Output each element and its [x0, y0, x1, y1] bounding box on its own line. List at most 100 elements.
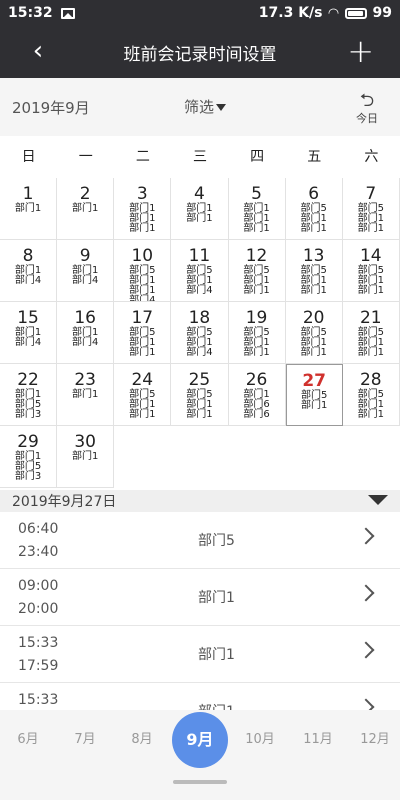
day-dept-label: 部门4 — [14, 275, 42, 286]
month-tab[interactable]: 12月 — [350, 730, 400, 750]
record-dept: 部门1 — [198, 590, 235, 606]
calendar-day-cell[interactable]: 9 部门1 部门4 — [57, 240, 115, 302]
day-number: 6 — [308, 184, 320, 204]
calendar-day-cell[interactable]: 5 部门1 部门1 部门1 — [228, 178, 286, 240]
day-number: 14 — [359, 246, 382, 266]
day-dept-label: 部门3 — [14, 409, 42, 420]
battery-level: 99 — [372, 5, 392, 21]
record-row[interactable]: 15:33 部门1 — [0, 683, 400, 710]
day-dept-label: 部门4 — [72, 275, 99, 286]
record-end: 23:40 — [18, 544, 59, 560]
calendar-day-cell[interactable]: 21 部门5 部门1 部门1 — [342, 302, 400, 364]
record-list: 06:40 23:40 部门5 09:00 20:00 部门1 15:33 17… — [0, 512, 400, 710]
day-number: 24 — [131, 370, 154, 390]
day-dept-label: 部门1 — [14, 203, 42, 214]
calendar-day-cell[interactable]: 24 部门5 部门1 部门1 — [114, 364, 172, 426]
day-number: 17 — [131, 308, 154, 328]
day-dept-label: 部门1 — [300, 223, 327, 234]
month-tab[interactable]: 9月 — [172, 712, 228, 768]
day-number: 1 — [22, 184, 34, 204]
day-number: 15 — [17, 308, 39, 328]
record-start: 15:33 — [18, 692, 59, 708]
day-dept-label: 部门1 — [186, 409, 213, 420]
calendar-day-cell[interactable]: 30 部门1 — [57, 426, 115, 488]
record-start: 09:00 — [18, 578, 59, 594]
network-speed: 17.3 K/s — [258, 5, 323, 21]
filter-dropdown[interactable]: 筛选 — [184, 96, 227, 117]
month-tab[interactable]: 11月 — [293, 730, 343, 750]
calendar-day-cell[interactable]: 25 部门5 部门1 部门1 — [171, 364, 229, 426]
record-dept: 部门5 — [198, 533, 235, 549]
calendar-day-cell[interactable]: 13 部门5 部门1 部门1 — [285, 240, 343, 302]
calendar-day-cell[interactable]: 18 部门5 部门1 部门4 — [171, 302, 229, 364]
weekday-label: 二 — [135, 149, 150, 165]
month-tab[interactable]: 8月 — [117, 730, 167, 750]
status-bar: 15:32 17.3 K/s ◠ 99 — [0, 0, 400, 26]
calendar-day-cell[interactable]: 2 部门1 — [57, 178, 115, 240]
weekday-label: 五 — [307, 149, 322, 165]
record-row[interactable]: 06:40 23:40 部门5 — [0, 512, 400, 569]
month-tab[interactable]: 10月 — [235, 730, 285, 750]
day-number: 22 — [17, 370, 39, 390]
calendar-day-cell[interactable]: 28 部门5 部门1 部门1 — [342, 364, 400, 426]
day-dept-label: 部门1 — [300, 285, 327, 296]
calendar-day-cell[interactable]: 22 部门1 部门5 部门3 — [0, 364, 58, 426]
calendar-day-cell[interactable]: 27 部门5 部门1 — [285, 364, 343, 426]
calendar-day-cell[interactable]: 12 部门5 部门1 部门1 — [228, 240, 286, 302]
collapse-triangle-icon[interactable] — [368, 495, 388, 505]
day-number: 5 — [251, 184, 262, 204]
day-dept-label: 部门1 — [301, 400, 328, 411]
month-tab[interactable]: 7月 — [60, 730, 110, 750]
calendar-day-cell[interactable]: 20 部门5 部门1 部门1 — [285, 302, 343, 364]
calendar-day-cell[interactable]: 6 部门5 部门1 部门1 — [285, 178, 343, 240]
day-dept-label: 部门1 — [129, 409, 156, 420]
day-number: 7 — [365, 184, 377, 204]
plus-icon[interactable]: + — [347, 32, 374, 70]
calendar-day-cell[interactable]: 16 部门1 部门4 — [57, 302, 115, 364]
calendar-day-cell[interactable]: 14 部门5 部门1 部门1 — [342, 240, 400, 302]
current-month-label: 2019年9月 — [12, 98, 90, 117]
calendar-day-cell[interactable]: 11 部门5 部门1 部门4 — [171, 240, 229, 302]
day-number: 21 — [359, 308, 382, 328]
status-right: 17.3 K/s ◠ 99 — [259, 5, 392, 21]
day-number: 2 — [79, 184, 91, 204]
calendar-day-cell[interactable]: 26 部门1 部门6 部门6 — [228, 364, 286, 426]
calendar-day-cell[interactable]: 17 部门5 部门1 部门1 — [114, 302, 172, 364]
month-tab[interactable]: 6月 — [3, 730, 53, 750]
record-end: 17:59 — [18, 658, 59, 674]
calendar-day-cell[interactable]: 15 部门1 部门4 — [0, 302, 58, 364]
day-number: 18 — [188, 308, 211, 328]
month-tab-bar: 6月 7月 8月 9月 10月 11月 12月 — [0, 710, 400, 800]
undo-arrow-icon: ⮌ — [359, 90, 375, 111]
calendar-day-cell[interactable]: 7 部门5 部门1 部门1 — [342, 178, 400, 240]
today-button[interactable]: ⮌ 今日 — [356, 92, 378, 126]
day-dept-label: 部门1 — [357, 409, 384, 420]
wifi-icon: ◠ — [328, 5, 339, 21]
chevron-left-icon[interactable]: ‹ — [26, 36, 50, 66]
calendar-day-cell[interactable]: 8 部门1 部门4 — [0, 240, 58, 302]
record-times: 15:33 — [18, 689, 58, 710]
calendar-day-cell[interactable]: 3 部门1 部门1 部门1 — [114, 178, 172, 240]
record-dept: 部门1 — [198, 647, 235, 663]
day-dept-label: 部门4 — [14, 337, 42, 348]
day-dept-label: 部门1 — [72, 389, 99, 400]
record-end: 20:00 — [18, 601, 59, 617]
record-row[interactable]: 15:33 17:59 部门1 — [0, 626, 400, 683]
calendar-day-cell[interactable]: 4 部门1 部门1 — [171, 178, 229, 240]
today-label: 今日 — [356, 112, 378, 125]
day-number: 26 — [245, 370, 268, 390]
page-title: 班前会记录时间设置 — [123, 44, 277, 65]
calendar-day-cell[interactable]: 23 部门1 — [57, 364, 115, 426]
day-dept-label: 部门1 — [129, 347, 156, 358]
day-dept-label: 部门4 — [186, 285, 213, 296]
calendar-day-cell[interactable]: 29 部门1 部门5 部门3 — [0, 426, 58, 488]
calendar-day-cell[interactable]: 10 部门5 部门1 部门1 部门4 — [114, 240, 172, 302]
day-number: 19 — [245, 308, 268, 328]
home-indicator[interactable] — [173, 780, 227, 784]
day-dept-label: 部门1 — [72, 203, 99, 214]
record-row[interactable]: 09:00 20:00 部门1 — [0, 569, 400, 626]
calendar-day-cell[interactable]: 19 部门5 部门1 部门1 — [228, 302, 286, 364]
day-number: 9 — [79, 246, 91, 266]
calendar-day-cell[interactable]: 1 部门1 — [0, 178, 58, 240]
day-number: 23 — [74, 370, 96, 390]
